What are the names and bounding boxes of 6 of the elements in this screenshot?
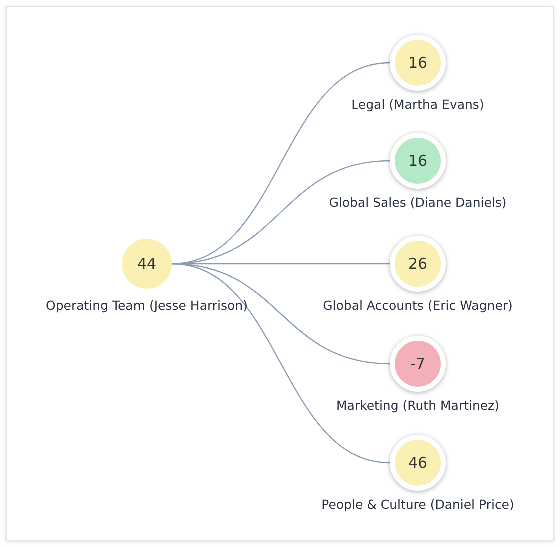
node-label: Operating Team (Jesse Harrison)	[46, 298, 248, 313]
node-label: Global Sales (Diane Daniels)	[329, 195, 507, 210]
node-label: People & Culture (Daniel Price)	[322, 497, 514, 512]
node-label: Legal (Martha Evans)	[352, 97, 484, 112]
node-label: Marketing (Ruth Martinez)	[336, 398, 500, 413]
node-label: Global Accounts (Eric Wagner)	[323, 298, 513, 313]
